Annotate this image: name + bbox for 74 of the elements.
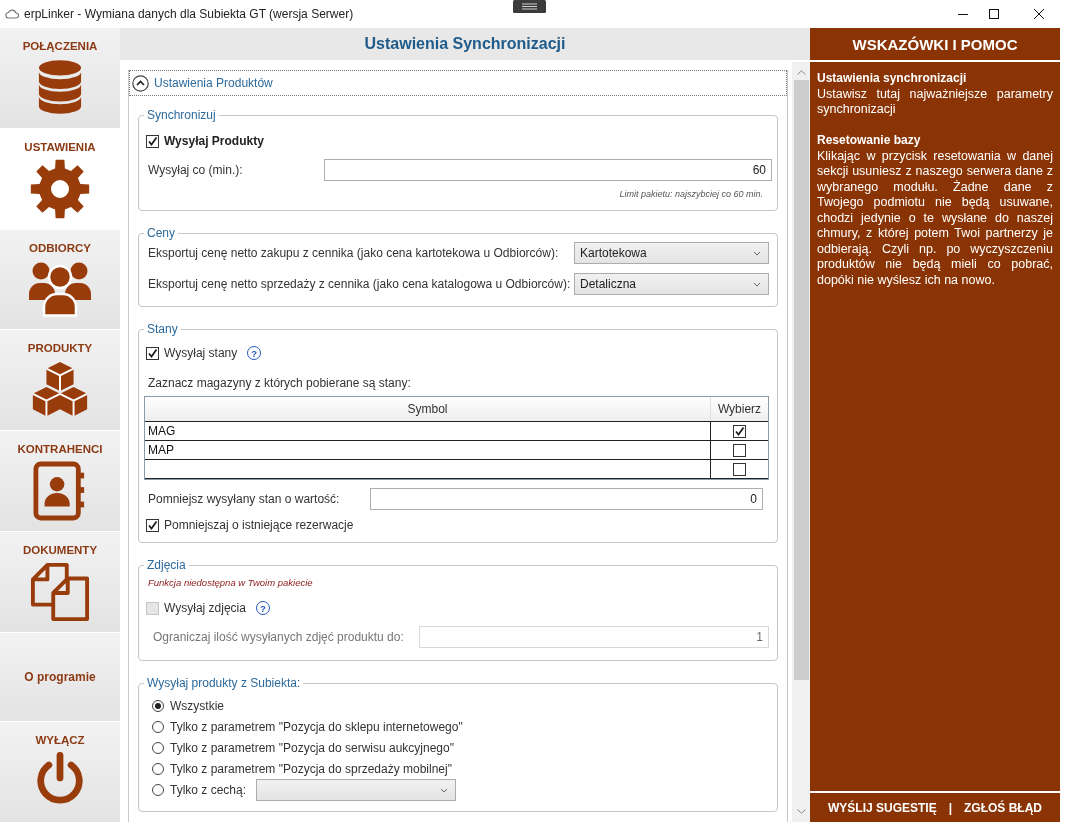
database-icon — [37, 58, 83, 116]
caret-icon — [753, 250, 761, 256]
scroll-up-icon[interactable] — [796, 70, 806, 75]
instruction-text: Zaznacz magazyny z których pobierane są stany: — [147, 376, 412, 390]
checkbox-label[interactable]: Pomniejszaj o istniejące rezerwacje — [164, 518, 354, 532]
group-title: Zdjęcia — [146, 558, 187, 572]
table-cell: MAG — [145, 421, 710, 440]
radio-label[interactable]: Tylko z cechą: — [170, 783, 247, 797]
sidebar-item[interactable]: PRODUKTY — [0, 330, 120, 430]
radio-label[interactable]: Tylko z parametrem "Pozycja do sklepu internetowego" — [170, 719, 463, 734]
checkbox[interactable] — [733, 462, 746, 476]
group-title: Synchronizuj — [146, 108, 217, 122]
documents-icon — [30, 561, 90, 622]
panel-title: WSKAZÓWKI I POMOC — [810, 28, 1060, 62]
radio-label[interactable]: Tylko z parametrem "Pozycja do serwisu aukcyjnego" — [170, 740, 454, 755]
power-icon — [34, 752, 86, 805]
group-title: Ceny — [146, 226, 176, 240]
link-separator: | — [948, 800, 952, 815]
scroll-thumb[interactable] — [793, 80, 809, 680]
table-cell: MAP — [145, 440, 710, 459]
caret-icon — [753, 281, 761, 287]
scroll-down-icon[interactable] — [796, 809, 806, 814]
handle-icon[interactable] — [513, 0, 546, 13]
field-label: Eksportuj cenę netto zakupu z cennika (jako cena kartotekowa u Odbiorców): — [147, 246, 560, 260]
help-heading: Ustawienia synchronizacji — [817, 71, 968, 87]
notice-text: Funkcja niedostępna w Twoim pakiecie — [147, 576, 314, 590]
collapse-icon[interactable] — [132, 74, 149, 92]
field-label: Ograniczaj ilość wysyłanych zdjęć produktu do: — [152, 630, 405, 644]
gear-icon — [30, 158, 90, 219]
dropdown[interactable]: Detaliczna — [574, 273, 769, 295]
dropdown[interactable]: Kartotekowa — [574, 242, 769, 264]
input-field[interactable]: 0 — [370, 488, 763, 510]
radio-label[interactable]: Wszystkie — [170, 698, 224, 713]
checkbox[interactable] — [733, 424, 746, 438]
sidebar-item[interactable]: ODBIORCY — [0, 229, 120, 330]
footer-link[interactable]: WYŚLIJ SUGESTIĘ — [827, 800, 937, 815]
field-label: Eksportuj cenę netto sprzedaży z cennika (jako cena katalogowa u Odbiorców): — [147, 277, 572, 291]
radio-button[interactable] — [152, 784, 164, 796]
window-title: erpLinker - Wymiana danych dla Subiekta GT (wersja Serwer) — [24, 7, 354, 21]
group-title: Wysyłaj produkty z Subiekta: — [146, 676, 302, 690]
help-text: Klikając w przycisk resetowania w danej sekcji usuniesz z naszego serwera dane z wybranego modułu. Żadne dane z Twojego podmiotu nie będą usuwane, chodzi jedynie o te wysłane do naszej chmury, z której potem Twoi partnerzy je odbierają. Czyli np. po wyczyszczeniu produktów nie będą mieli co pobrać, dopóki nie wyślesz ich na nowo. — [817, 148, 1053, 288]
help-text: Ustawisz tutaj najważniejsze parametry synchronizacji — [817, 86, 1053, 118]
field-label: Wysyłaj co (min.): — [147, 163, 244, 177]
sidebar-item[interactable]: WYŁĄCZ — [0, 722, 120, 822]
sidebar-item[interactable]: O programie — [0, 632, 120, 722]
hint-text: Limit pakietu: najszybciej co 60 min. — [618, 188, 764, 201]
sidebar-item[interactable]: DOKUMENTY — [0, 531, 120, 632]
radio-button[interactable] — [152, 699, 164, 712]
footer-link[interactable]: ZGŁOŚ BŁĄD — [964, 800, 1042, 815]
radio-label[interactable]: Tylko z parametrem "Pozycja do sprzedaży mobilnej" — [170, 761, 452, 776]
checkbox-label[interactable]: Wysyłaj Produkty — [164, 134, 264, 148]
input-field[interactable]: 60 — [324, 159, 772, 181]
expander-header[interactable]: Ustawienia Produktów — [129, 70, 787, 96]
checkbox[interactable] — [146, 518, 159, 532]
checkbox[interactable] — [733, 443, 746, 457]
help-heading: Resetowanie bazy — [817, 133, 922, 149]
field-label: Pomniejsz wysyłany stan o wartość: — [147, 492, 341, 506]
column-header: Wybierz — [710, 397, 768, 421]
group-title: Stany — [146, 322, 179, 336]
sidebar-item[interactable]: POŁĄCZENIA — [0, 28, 120, 128]
radio-button[interactable] — [152, 741, 164, 754]
checkbox[interactable] — [146, 134, 159, 148]
checkbox-label[interactable]: Wysyłaj stany — [164, 346, 238, 360]
caret-icon — [440, 787, 449, 793]
page-title: Ustawienia Synchronizacji — [364, 35, 566, 53]
contact-book-icon — [33, 461, 87, 521]
close-icon[interactable] — [1033, 8, 1045, 20]
scroll-bar[interactable] — [792, 62, 810, 822]
checkbox[interactable] — [146, 346, 159, 360]
maximize-icon[interactable] — [988, 8, 1000, 20]
radio-button[interactable] — [152, 762, 164, 775]
app-icon — [5, 9, 19, 19]
radio-button[interactable] — [152, 720, 164, 733]
sidebar-item[interactable]: KONTRAHENCI — [0, 431, 120, 531]
